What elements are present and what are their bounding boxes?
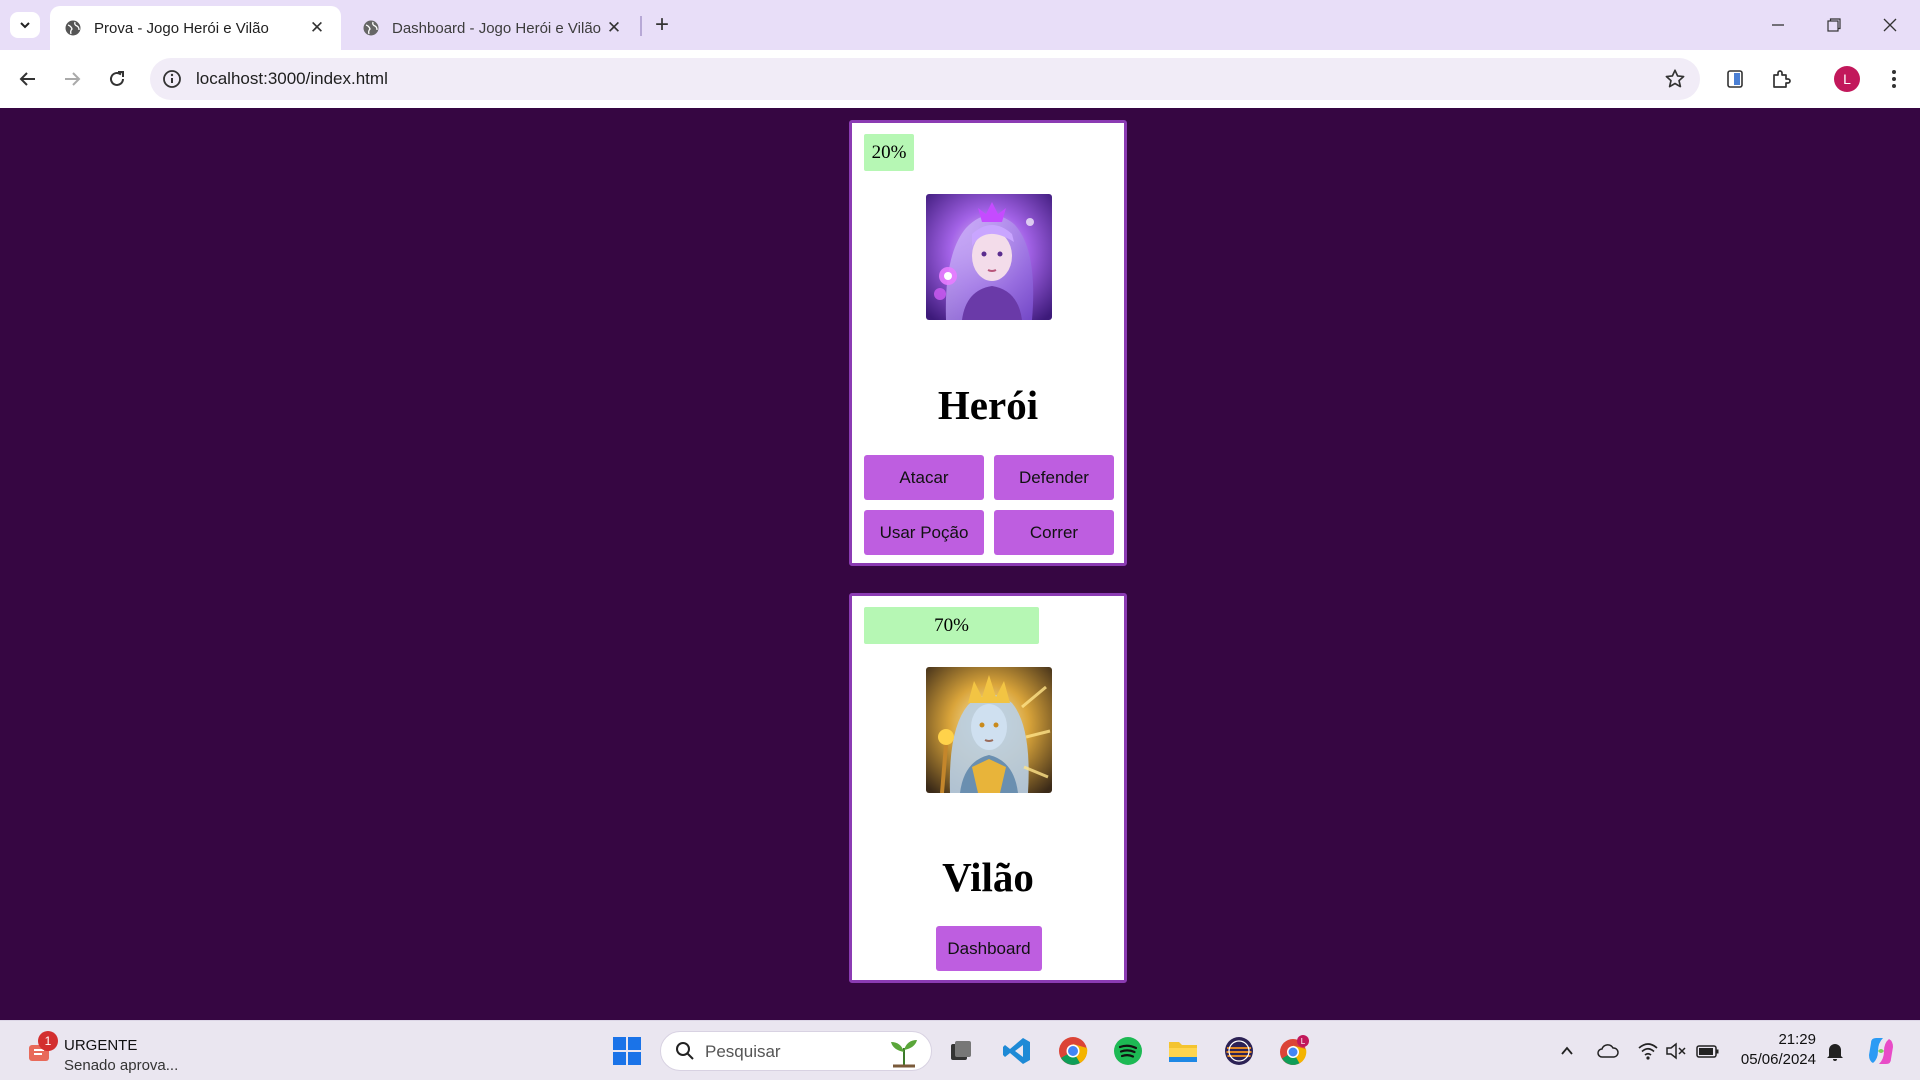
vscode-icon	[1003, 1038, 1030, 1064]
close-window-button[interactable]	[1870, 8, 1910, 42]
volume-muted-icon	[1666, 1042, 1686, 1060]
puzzle-icon	[1773, 70, 1791, 88]
wifi-icon	[1638, 1043, 1658, 1060]
use-potion-button[interactable]: Usar Poção	[864, 510, 984, 555]
news-widget[interactable]: 1 URGENTE Senado aprova...	[20, 1027, 220, 1075]
attack-button[interactable]: Atacar	[864, 455, 984, 500]
task-view-icon	[951, 1041, 971, 1060]
back-button[interactable]	[12, 63, 44, 95]
spotify-icon	[1114, 1037, 1142, 1065]
news-subline: Senado aprova...	[64, 1057, 179, 1074]
arrow-right-icon	[65, 72, 81, 86]
hero-portrait	[926, 194, 1052, 320]
windows-logo-icon	[613, 1037, 641, 1065]
vscode-app[interactable]	[997, 1031, 1037, 1071]
reload-button[interactable]	[101, 63, 133, 95]
arrow-left-icon	[19, 72, 35, 86]
volume-button[interactable]	[1664, 1039, 1688, 1063]
folder-icon	[1169, 1042, 1197, 1062]
copilot-button[interactable]	[1864, 1034, 1898, 1068]
new-tab-button[interactable]: +	[650, 10, 674, 40]
close-icon	[1883, 18, 1897, 32]
villain-health-bar: 70%	[864, 607, 1039, 644]
side-panel-icon	[1727, 70, 1743, 88]
plant-icon	[891, 1040, 917, 1068]
globe-icon	[65, 20, 81, 36]
news-badge: 1	[38, 1031, 58, 1051]
svg-text:L: L	[1301, 1037, 1306, 1046]
run-button[interactable]: Correr	[994, 510, 1114, 555]
globe-icon	[363, 20, 379, 36]
tab-prova[interactable]: Prova - Jogo Herói e Vilão ✕	[50, 6, 341, 50]
tab-title: Prova - Jogo Herói e Vilão	[94, 19, 269, 37]
search-placeholder: Pesquisar	[705, 1042, 781, 1061]
battery-button[interactable]	[1696, 1039, 1720, 1063]
spotify-app[interactable]	[1108, 1031, 1148, 1071]
hero-health-bar: 20%	[864, 134, 914, 171]
taskbar-search[interactable]: Pesquisar	[660, 1031, 932, 1071]
show-hidden-icons-button[interactable]	[1555, 1039, 1579, 1063]
onedrive-button[interactable]	[1596, 1039, 1620, 1063]
chrome-app[interactable]	[1053, 1031, 1093, 1071]
villain-name: Vilão	[942, 854, 1034, 900]
defend-button[interactable]: Defender	[994, 455, 1114, 500]
start-button[interactable]	[607, 1031, 647, 1071]
battery-icon	[1696, 1045, 1719, 1058]
dashboard-button[interactable]: Dashboard	[936, 926, 1042, 971]
close-tab-icon[interactable]: ✕	[307, 18, 327, 38]
restore-icon	[1827, 18, 1841, 32]
chevron-down-icon	[20, 22, 30, 29]
minimize-icon	[1772, 24, 1784, 26]
clock[interactable]: 21:29 05/06/2024	[1736, 1030, 1816, 1070]
side-panel-button[interactable]	[1721, 65, 1749, 93]
more-vert-icon	[1892, 70, 1896, 88]
chrome-active-app[interactable]: L	[1274, 1031, 1314, 1071]
address-bar[interactable]: localhost:3000/index.html	[150, 58, 1700, 100]
bookmark-star-icon[interactable]	[1664, 68, 1686, 90]
search-icon	[676, 1042, 694, 1060]
tab-dashboard[interactable]: Dashboard - Jogo Herói e Vilão ✕	[348, 6, 638, 50]
clock-time: 21:29	[1778, 1031, 1816, 1048]
notifications-button[interactable]	[1823, 1039, 1847, 1063]
task-view-button[interactable]	[941, 1031, 981, 1071]
extensions-button[interactable]	[1767, 65, 1795, 93]
browser-tab-bar: Prova - Jogo Herói e Vilão ✕ Dashboard -…	[0, 0, 1920, 50]
clock-date: 05/06/2024	[1740, 1051, 1816, 1068]
reload-icon	[110, 71, 124, 86]
close-tab-icon[interactable]: ✕	[604, 18, 624, 38]
forward-button[interactable]	[56, 63, 88, 95]
tab-divider	[640, 16, 642, 36]
chrome-profile-icon: L	[1280, 1035, 1309, 1065]
eclipse-icon	[1225, 1037, 1253, 1065]
hero-name: Herói	[937, 382, 1039, 428]
restore-button[interactable]	[1814, 8, 1854, 42]
file-explorer-app[interactable]	[1163, 1031, 1203, 1071]
browser-menu-button[interactable]	[1880, 65, 1908, 93]
eclipse-app[interactable]	[1219, 1031, 1259, 1071]
news-headline: URGENTE	[64, 1037, 138, 1054]
bell-icon	[1827, 1044, 1843, 1061]
villain-portrait	[926, 667, 1052, 793]
taskbar: 1 URGENTE Senado aprova... Pesquisar L 2…	[0, 1020, 1920, 1080]
hero-card: 20% Herói Atacar Defender Usar Poção Cor…	[849, 120, 1127, 566]
url-text[interactable]: localhost:3000/index.html	[196, 69, 388, 89]
tab-title: Dashboard - Jogo Herói e Vilão	[392, 19, 602, 37]
villain-card: 70% Vilão Dashboard	[849, 593, 1127, 983]
copilot-icon	[1869, 1038, 1893, 1064]
chevron-up-icon	[1561, 1046, 1573, 1055]
cloud-icon	[1597, 1044, 1619, 1058]
chrome-icon	[1059, 1037, 1088, 1065]
site-info-icon[interactable]	[162, 69, 182, 89]
profile-avatar[interactable]: L	[1834, 66, 1860, 92]
tab-search-button[interactable]	[10, 12, 40, 38]
network-button[interactable]	[1636, 1039, 1660, 1063]
minimize-button[interactable]	[1758, 8, 1798, 42]
game-page: 20% Herói Atacar Defender Usar Poção Cor…	[0, 108, 1920, 1020]
